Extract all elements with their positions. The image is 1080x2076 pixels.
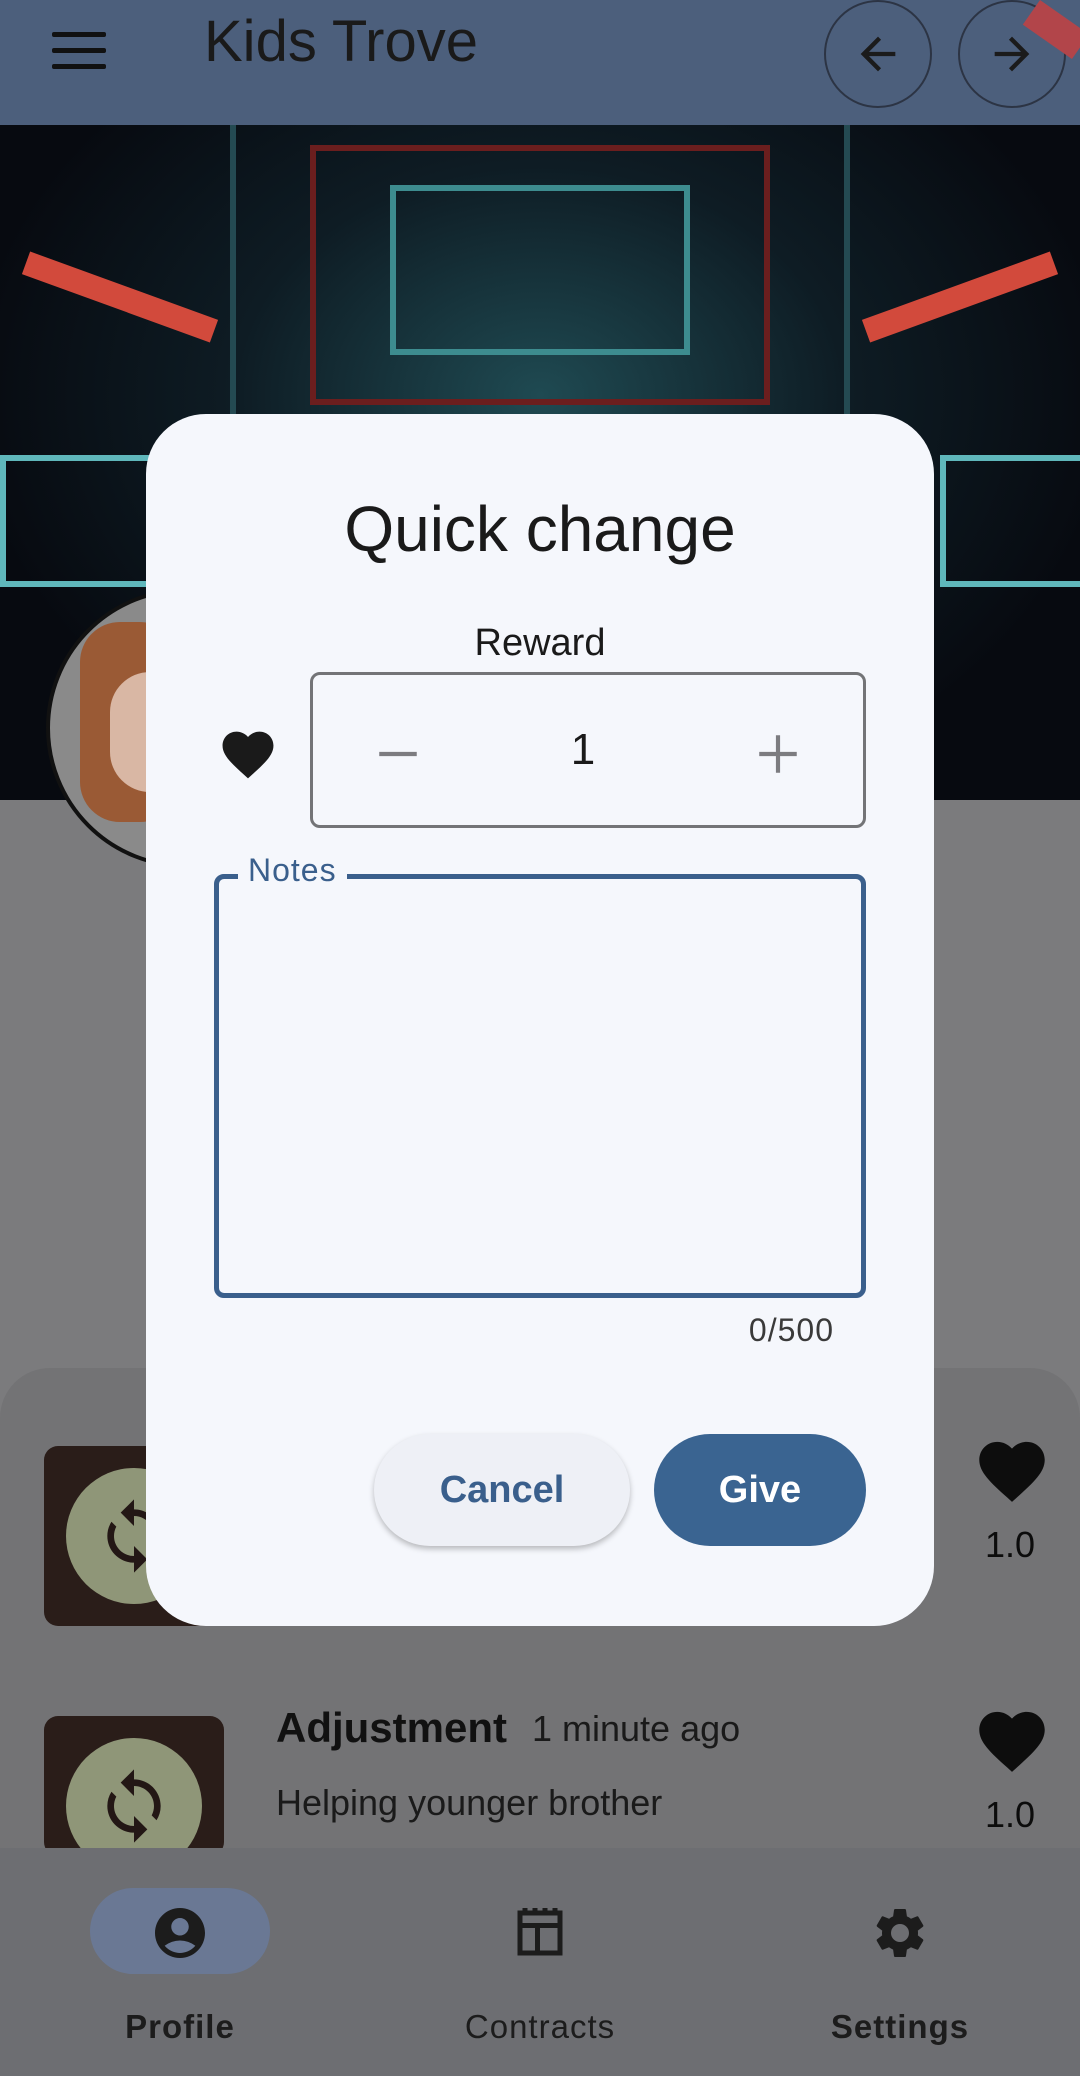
list-item-note: Helping younger brother: [276, 1782, 663, 1823]
list-item-value: 1.0: [985, 1524, 1036, 1565]
heart-icon: [979, 1441, 1045, 1502]
nav-contracts-label: Contracts: [464, 2008, 616, 2045]
app-bar: Kids Trove: [0, 0, 1080, 125]
nav-settings-label: Settings: [830, 2008, 970, 2045]
bottom-navigation: Profile Contracts Settings: [0, 1848, 1080, 2076]
decrement-button[interactable]: [353, 709, 443, 799]
adjustment-icon: [44, 1716, 224, 1856]
list-item-time: 1 minute ago: [532, 1708, 741, 1749]
increment-button[interactable]: [733, 709, 823, 799]
notes-char-counter: 0/500: [748, 1312, 834, 1348]
menu-button[interactable]: [40, 20, 120, 80]
give-button[interactable]: Give: [654, 1434, 866, 1546]
sync-icon: [107, 1769, 161, 1843]
nav-profile[interactable]: Profile: [0, 1848, 360, 2076]
heart-icon: [979, 1711, 1045, 1772]
account-circle-icon: [155, 1908, 205, 1958]
gear-icon: [876, 1908, 924, 1957]
arrow-left-icon: [860, 36, 896, 72]
nav-profile-label: Profile: [125, 2008, 235, 2045]
plus-icon: [759, 735, 797, 773]
nav-contracts[interactable]: Contracts: [360, 1848, 720, 2076]
minus-icon: [379, 751, 417, 757]
notes-input[interactable]: [214, 874, 866, 1298]
heart-icon: [222, 731, 274, 779]
dialog-title: Quick change: [344, 493, 736, 565]
list-item-title: Adjustment: [276, 1704, 507, 1751]
reward-stepper: 1: [310, 672, 866, 828]
reward-label: Reward: [474, 622, 606, 664]
quick-change-dialog: Quick change Reward 1 Notes 0/500 Cancel…: [146, 414, 934, 1626]
reward-value: 1: [570, 725, 596, 774]
app-title: Kids Trove: [204, 9, 478, 74]
contract-icon: [517, 1908, 563, 1956]
list-item-value: 1.0: [985, 1794, 1036, 1835]
back-button[interactable]: [824, 0, 932, 108]
notes-label: Notes: [238, 852, 347, 889]
cancel-button[interactable]: Cancel: [374, 1434, 630, 1546]
arrow-right-icon: [994, 36, 1030, 72]
menu-icon: [52, 32, 106, 37]
nav-settings[interactable]: Settings: [720, 1848, 1080, 2076]
